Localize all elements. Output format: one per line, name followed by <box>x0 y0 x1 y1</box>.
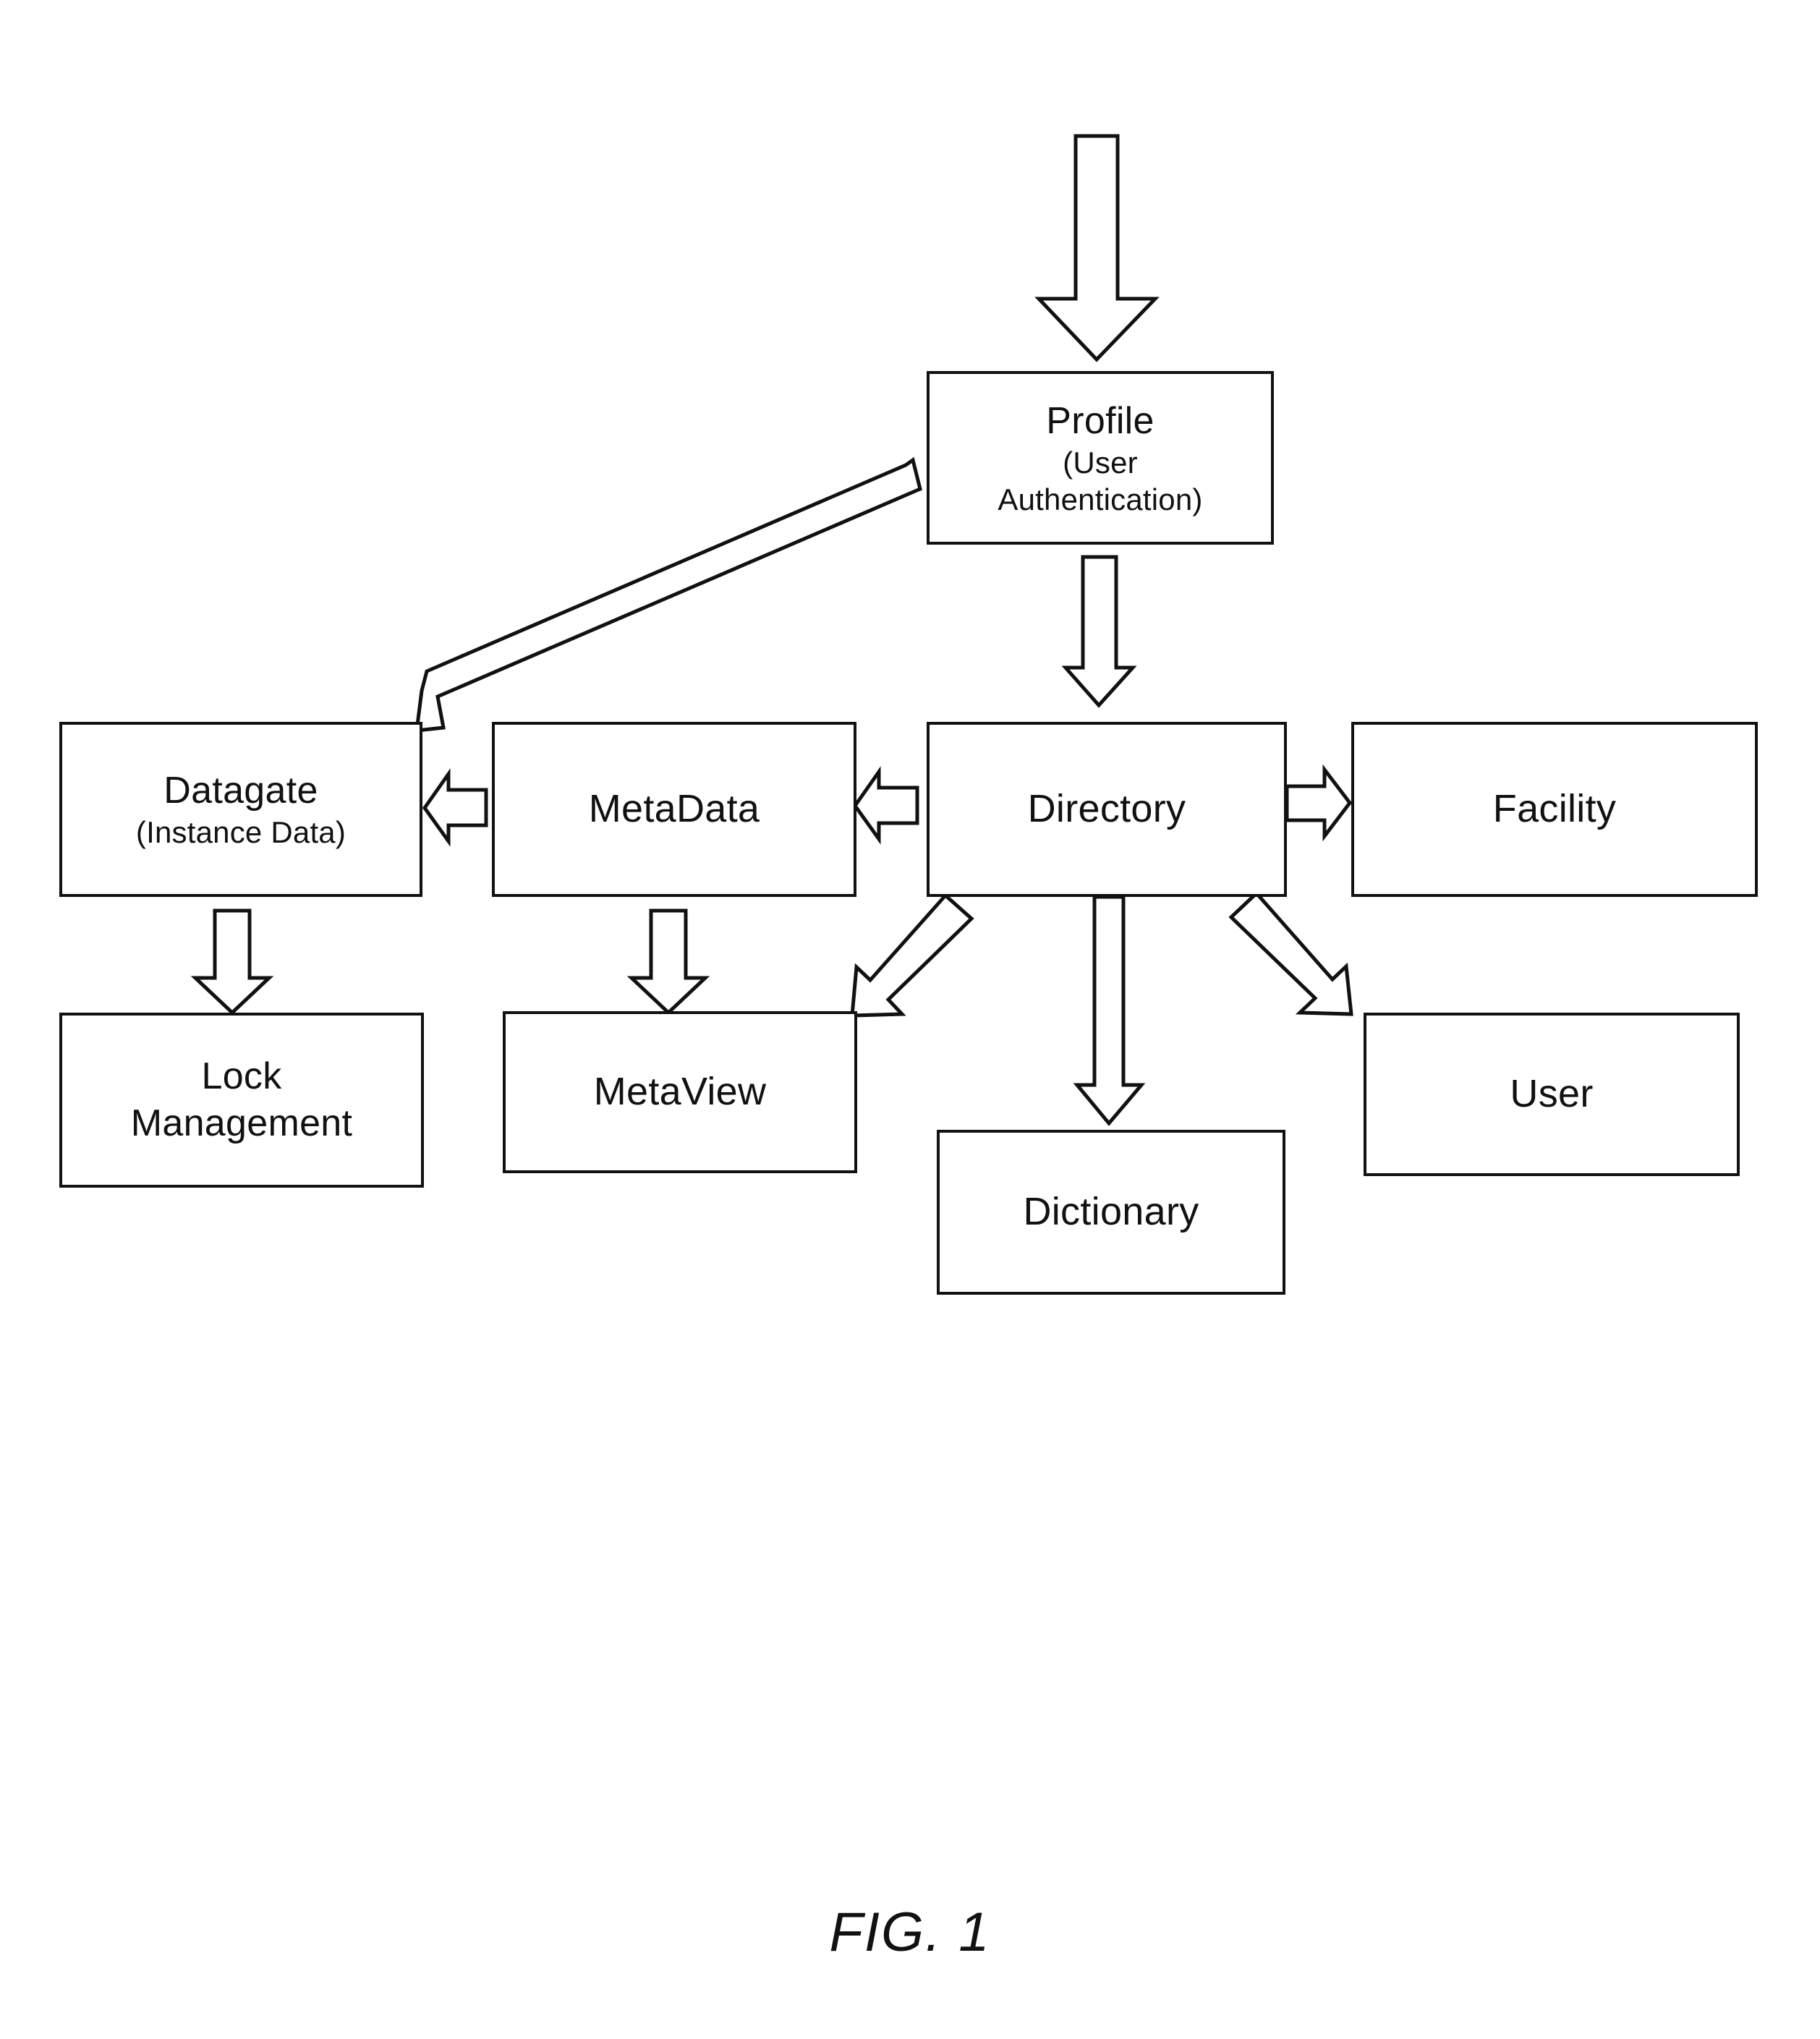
arrow-directory-to-dictionary <box>1073 895 1146 1126</box>
arrow-input-to-profile <box>1034 134 1160 362</box>
node-lock-management-label-2: Management <box>130 1102 353 1144</box>
node-metaview-label: MetaView <box>593 1070 767 1114</box>
figure-page: Profile (User Authentication) Datagate (… <box>0 0 1820 2039</box>
node-directory-label: Directory <box>1027 787 1186 831</box>
node-datagate[interactable]: Datagate (Instance Data) <box>59 722 422 897</box>
node-profile-sublabel-1: (User <box>1063 446 1138 480</box>
node-lock-management-label-1: Lock <box>201 1055 282 1097</box>
arrow-directory-to-user <box>1228 890 1353 1016</box>
node-lock-management[interactable]: Lock Management <box>59 1013 424 1188</box>
node-facility-label: Facility <box>1492 787 1617 831</box>
arrow-directory-to-metaview <box>850 893 974 1018</box>
node-directory[interactable]: Directory <box>927 722 1287 897</box>
node-datagate-sublabel: (Instance Data) <box>135 815 346 850</box>
arrow-profile-to-directory <box>1061 555 1137 708</box>
arrow-directory-to-metadata <box>852 766 919 845</box>
node-user-label: User <box>1510 1072 1594 1116</box>
node-facility[interactable]: Facility <box>1351 722 1758 897</box>
arrow-directory-to-facility <box>1285 764 1353 842</box>
arrow-metadata-to-datagate <box>422 768 488 847</box>
node-profile-label: Profile <box>1046 400 1154 443</box>
node-metadata-label: MetaData <box>588 787 760 831</box>
node-dictionary-label: Dictionary <box>1023 1190 1199 1234</box>
arrow-metadata-to-metaview <box>626 908 710 1016</box>
node-user[interactable]: User <box>1364 1013 1740 1176</box>
arrow-profile-to-datagate <box>414 456 922 733</box>
node-metadata[interactable]: MetaData <box>492 722 856 897</box>
node-datagate-label: Datagate <box>163 770 318 812</box>
figure-caption: FIG. 1 <box>829 1902 991 1963</box>
node-profile[interactable]: Profile (User Authentication) <box>927 371 1274 545</box>
node-metaview[interactable]: MetaView <box>503 1011 857 1173</box>
node-dictionary[interactable]: Dictionary <box>937 1130 1285 1295</box>
arrow-datagate-to-lock <box>190 908 274 1016</box>
node-profile-sublabel-2: Authentication) <box>998 482 1203 516</box>
